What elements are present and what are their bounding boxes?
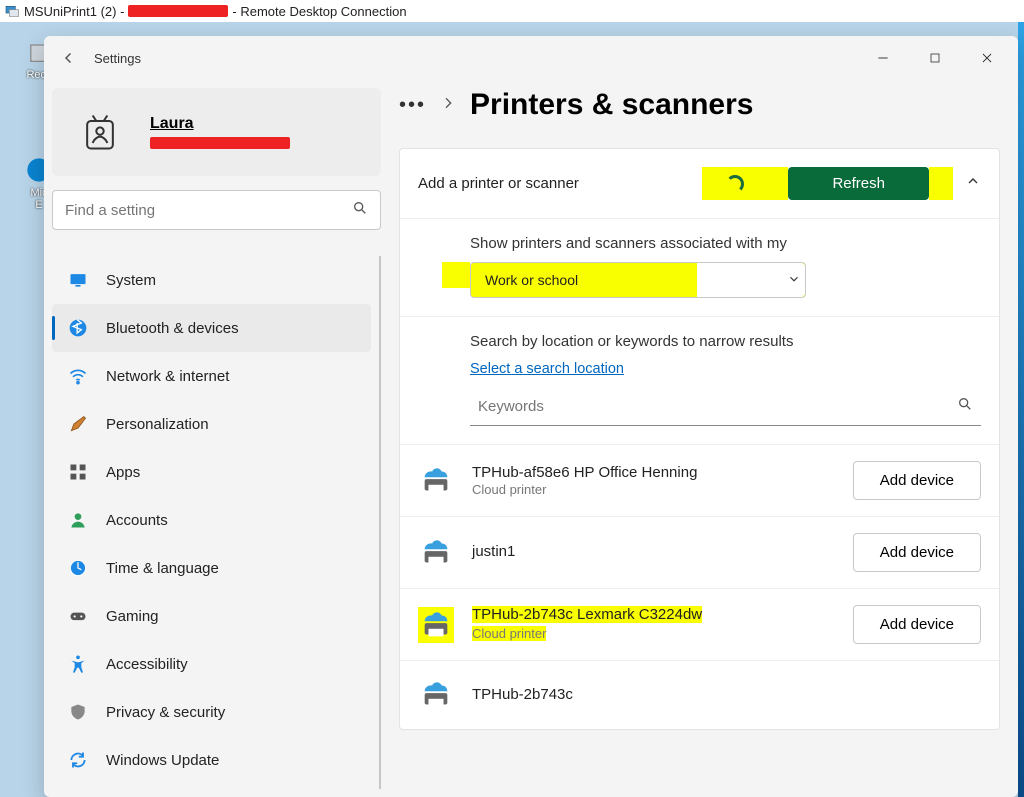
profile-name: Laura (150, 115, 290, 133)
sidebar-item-windows-update[interactable]: Windows Update (52, 736, 371, 784)
sidebar-item-label: Time & language (106, 560, 219, 577)
sidebar-item-privacy-security[interactable]: Privacy & security (52, 688, 371, 736)
nav: System Bluetooth & devices Network & int… (52, 256, 381, 789)
add-printer-header: Add a printer or scanner Refresh (400, 149, 999, 218)
desktop-right-edge (1018, 22, 1024, 797)
sidebar-item-gaming[interactable]: Gaming (52, 592, 371, 640)
printer-type: Cloud printer (472, 482, 835, 497)
search-icon (352, 200, 368, 221)
printer-row: TPHub-2b743c (400, 660, 999, 729)
search-location-label: Search by location or keywords to narrow… (470, 333, 981, 350)
add-device-button[interactable]: Add device (853, 605, 981, 644)
close-button[interactable] (964, 43, 1010, 73)
printer-type: Cloud printer (472, 626, 546, 641)
cloud-printer-icon (418, 463, 454, 499)
loading-spinner-icon (726, 175, 744, 193)
rdc-titlebar: MSUniPrint1 (2) - - Remote Desktop Conne… (0, 0, 1024, 22)
profile-avatar-icon (76, 108, 124, 156)
wifi-icon (68, 366, 88, 386)
sidebar-item-accounts[interactable]: Accounts (52, 496, 371, 544)
cloud-printer-icon (418, 535, 454, 571)
printer-search-section: Search by location or keywords to narrow… (400, 316, 999, 444)
add-device-button[interactable]: Add device (853, 461, 981, 500)
chevron-down-icon (787, 272, 801, 289)
keywords-field[interactable] (470, 390, 981, 426)
refresh-button[interactable]: Refresh (788, 167, 929, 200)
accessibility-icon (68, 654, 88, 674)
globe-clock-icon (68, 558, 88, 578)
minimize-button[interactable] (860, 43, 906, 73)
chevron-right-icon (440, 95, 456, 116)
sidebar-item-label: Privacy & security (106, 704, 225, 721)
sidebar-item-label: Windows Update (106, 752, 219, 769)
sidebar-item-label: Gaming (106, 608, 159, 625)
bluetooth-icon (68, 318, 88, 338)
rdc-title-redacted (128, 5, 228, 17)
search-icon (957, 396, 973, 417)
assoc-dropdown-value: Work or school (485, 272, 578, 288)
sidebar-item-label: Network & internet (106, 368, 229, 385)
rdc-title-prefix: MSUniPrint1 (2) - (24, 4, 124, 19)
printer-name: TPHub-2b743c (472, 686, 981, 705)
sidebar-item-label: Apps (106, 464, 140, 481)
back-button[interactable] (52, 41, 86, 75)
sidebar-item-apps[interactable]: Apps (52, 448, 371, 496)
sidebar-item-personalization[interactable]: Personalization (52, 400, 371, 448)
settings-window: Settings Laura (44, 36, 1018, 797)
gamepad-icon (68, 606, 88, 626)
printer-name: TPHub-2b743c Lexmark C3224dw (472, 606, 702, 623)
refresh-highlight: Refresh (788, 167, 929, 200)
cloud-printer-icon (418, 607, 454, 643)
printer-row: TPHub-2b743c Lexmark C3224dw Cloud print… (400, 588, 999, 660)
maximize-button[interactable] (912, 43, 958, 73)
page-title: Printers & scanners (470, 88, 753, 122)
select-location-link[interactable]: Select a search location (470, 361, 624, 377)
settings-search-input[interactable] (65, 202, 352, 219)
keywords-input[interactable] (478, 398, 957, 415)
sidebar-item-label: Accounts (106, 512, 168, 529)
breadcrumb-more[interactable]: ••• (399, 94, 426, 117)
sidebar-item-accessibility[interactable]: Accessibility (52, 640, 371, 688)
assoc-dropdown[interactable]: Work or school (470, 262, 806, 298)
main-pane: ••• Printers & scanners Add a printer or… (389, 80, 1018, 797)
window-titlebar: Settings (44, 36, 1018, 80)
monitor-icon (68, 270, 88, 290)
printer-row: TPHub-af58e6 HP Office Henning Cloud pri… (400, 444, 999, 516)
add-device-button[interactable]: Add device (853, 533, 981, 572)
rdc-icon (4, 3, 20, 19)
sidebar: Laura System Bluetooth & devices (44, 80, 389, 797)
window-title: Settings (94, 51, 141, 66)
sidebar-item-label: Bluetooth & devices (106, 320, 239, 337)
cloud-printer-icon (418, 677, 454, 713)
sidebar-item-label: System (106, 272, 156, 289)
printers-panel: Add a printer or scanner Refresh Show pr… (399, 148, 1000, 730)
rdc-title-suffix: - Remote Desktop Connection (232, 4, 406, 19)
printer-row: justin1 Add device (400, 516, 999, 588)
collapse-icon[interactable] (965, 173, 981, 194)
shield-icon (68, 702, 88, 722)
paintbrush-icon (68, 414, 88, 434)
person-icon (68, 510, 88, 530)
profile-email-redacted (150, 137, 290, 149)
sidebar-item-network[interactable]: Network & internet (52, 352, 371, 400)
printer-name: justin1 (472, 543, 835, 562)
profile-card[interactable]: Laura (52, 88, 381, 176)
printer-name: TPHub-af58e6 HP Office Henning (472, 464, 835, 483)
settings-search[interactable] (52, 190, 381, 230)
sidebar-item-time-language[interactable]: Time & language (52, 544, 371, 592)
sidebar-item-bluetooth[interactable]: Bluetooth & devices (52, 304, 371, 352)
printer-associated-section: Show printers and scanners associated wi… (400, 218, 999, 316)
update-icon (68, 750, 88, 770)
apps-icon (68, 462, 88, 482)
sidebar-item-label: Accessibility (106, 656, 188, 673)
assoc-label: Show printers and scanners associated wi… (470, 235, 981, 252)
sidebar-item-system[interactable]: System (52, 256, 371, 304)
sidebar-item-label: Personalization (106, 416, 209, 433)
breadcrumb: ••• Printers & scanners (399, 88, 1000, 122)
